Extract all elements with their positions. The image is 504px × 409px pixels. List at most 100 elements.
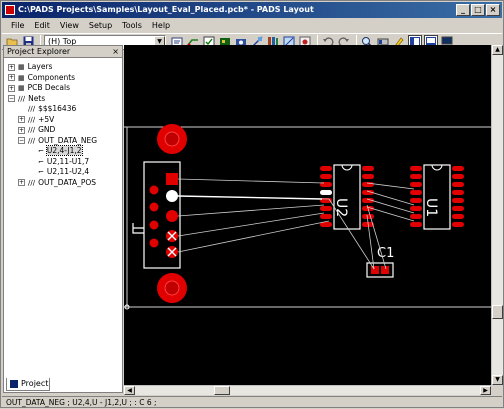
pad[interactable] (320, 206, 332, 211)
tree-expander-icon[interactable]: − (18, 137, 25, 144)
scroll-up-icon[interactable]: ▲ (492, 45, 503, 55)
pad[interactable] (149, 202, 159, 212)
pad[interactable] (410, 166, 422, 171)
pad[interactable] (410, 198, 422, 203)
menu-tools[interactable]: Tools (117, 19, 147, 33)
close-button[interactable]: × (486, 4, 500, 16)
pad[interactable] (320, 214, 332, 219)
pad[interactable] (362, 166, 374, 171)
tree-expander-icon[interactable]: + (18, 116, 25, 123)
u2-pads (320, 166, 374, 227)
tree-item[interactable]: − ∕∕∕ OUT_DATA_NEG (18, 135, 97, 146)
tree-item[interactable]: + ∕∕∕ OUT_DATA_POS (18, 177, 96, 188)
pad-highlighted[interactable] (320, 190, 332, 195)
tree-item[interactable]: ⌐ U2,4-J1,2 (28, 145, 83, 156)
tree-expander-icon[interactable]: + (8, 84, 15, 92)
tree-item-label: Layers (27, 62, 53, 71)
u2-outline (333, 164, 361, 230)
scroll-left-icon[interactable]: ◀ (124, 386, 135, 395)
menu-bar: File Edit View Setup Tools Help (2, 18, 502, 33)
pad[interactable] (149, 238, 159, 248)
pad[interactable] (452, 198, 464, 203)
pad[interactable] (452, 174, 464, 179)
tree-item[interactable]: + ▦ PCB Decals (8, 82, 70, 93)
pad[interactable] (452, 190, 464, 195)
close-icon[interactable]: × (112, 46, 119, 58)
pad[interactable] (410, 206, 422, 211)
component-u2[interactable]: U2 (333, 164, 361, 230)
pad[interactable] (410, 190, 422, 195)
scroll-right-icon[interactable]: ▶ (480, 386, 491, 395)
pad[interactable] (362, 214, 374, 219)
tree-expander-icon[interactable]: + (18, 179, 25, 186)
pad[interactable] (452, 222, 464, 227)
pad[interactable] (410, 214, 422, 219)
project-explorer-title: Project Explorer × (4, 46, 122, 58)
tree-item[interactable]: + ▦ Layers (8, 61, 52, 72)
tree-expander-icon[interactable]: + (18, 126, 25, 134)
status-bar: OUT_DATA_NEG ; U2,4,U - J1,2,U ; : C 6 ; (2, 396, 502, 408)
pad[interactable] (381, 266, 389, 274)
horizontal-scrollbar[interactable]: ◀ ▶ (124, 385, 491, 395)
pad[interactable] (452, 214, 464, 219)
tree-item[interactable]: + ∕∕∕ GND (18, 124, 55, 135)
pad[interactable] (320, 174, 332, 179)
mounting-hole-drill (164, 131, 180, 147)
tree-expander-icon[interactable]: − (8, 95, 15, 102)
pad[interactable] (410, 182, 422, 187)
pad[interactable] (149, 220, 159, 230)
pad[interactable] (166, 210, 178, 222)
project-explorer-panel: Project Explorer × + ▦ Layers + ▦ Components +… (3, 45, 123, 393)
tree-item[interactable]: + ∕∕∕ +5V (18, 114, 54, 125)
pad[interactable] (452, 182, 464, 187)
pad[interactable] (410, 174, 422, 179)
pad[interactable] (166, 173, 178, 185)
u2-label: U2 (333, 198, 349, 217)
pad-highlighted[interactable] (166, 190, 178, 202)
pcb-view[interactable]: U2 U1 C1 (124, 45, 491, 385)
horizontal-scroll-thumb[interactable] (214, 386, 230, 395)
project-tab-icon (10, 380, 18, 388)
tree-item-label: Components (27, 72, 76, 82)
tree-item-label: OUT_DATA_NEG (38, 135, 98, 145)
pad[interactable] (371, 266, 379, 274)
menu-help[interactable]: Help (147, 19, 175, 33)
highlighted-connection[interactable] (177, 195, 323, 200)
tree-item-label: PCB Decals (27, 83, 71, 92)
scroll-down-icon[interactable]: ▼ (492, 375, 503, 385)
pad[interactable] (149, 185, 159, 195)
pad[interactable] (362, 174, 374, 179)
tree-expander-icon[interactable]: + (8, 74, 15, 81)
tree-item[interactable]: − ∕∕∕ Nets (8, 93, 45, 104)
design-canvas[interactable]: U2 U1 C1 (124, 45, 491, 385)
u1-pads (410, 166, 464, 227)
menu-view[interactable]: View (55, 19, 84, 33)
tree-item-label: OUT_DATA_POS (38, 177, 97, 187)
tree-item[interactable]: ⌐ U2,11-U1,7 (28, 156, 89, 167)
menu-setup[interactable]: Setup (84, 19, 117, 33)
title-bar[interactable]: C:\PADS Projects\Samples\Layout_Eval_Pla… (2, 2, 502, 18)
maximize-button[interactable]: □ (471, 4, 485, 16)
vertical-scrollbar[interactable]: ▲ ▼ (491, 45, 503, 385)
status-text: OUT_DATA_NEG ; U2,4,U - J1,2,U ; : C 6 ; (6, 398, 157, 407)
component-u1[interactable]: U1 (423, 164, 451, 230)
minimize-button[interactable]: _ (456, 4, 470, 16)
tree-item-label: Nets (28, 93, 46, 103)
tree-item[interactable]: + ▦ Components (8, 72, 75, 83)
pad[interactable] (452, 166, 464, 171)
project-tree: + ▦ Layers + ▦ Components + ▦ PCB Decals − ∕∕∕ Nets… (4, 59, 122, 379)
tab-project[interactable]: Project (6, 378, 50, 391)
pad[interactable] (452, 206, 464, 211)
tree-item[interactable]: ∕∕∕ $$$16436 (18, 103, 76, 114)
component-j1[interactable] (132, 124, 187, 303)
menu-file[interactable]: File (6, 19, 29, 33)
ratsnest-line (366, 206, 415, 222)
tree-item[interactable]: ⌐ U2,11-U2,4 (28, 166, 89, 177)
menu-edit[interactable]: Edit (29, 19, 55, 33)
pad[interactable] (410, 222, 422, 227)
mounting-hole-drill (164, 280, 180, 296)
window-title: C:\PADS Projects\Samples\Layout_Eval_Pla… (18, 5, 314, 14)
tree-expander-icon[interactable]: + (8, 63, 15, 71)
vertical-scroll-thumb[interactable] (492, 305, 503, 319)
pad[interactable] (320, 166, 332, 171)
